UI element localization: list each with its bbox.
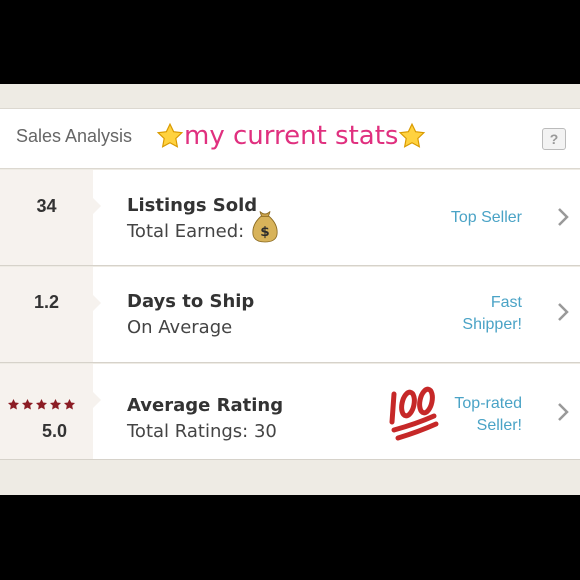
average-rating-label: Average Rating	[127, 395, 284, 416]
hundred-points-icon	[389, 386, 439, 441]
listings-sold-label: Listings Sold	[127, 195, 258, 216]
badge-line: Top Seller	[450, 209, 522, 226]
badge-line: Shipper!	[462, 316, 522, 333]
top-seller-badge[interactable]: Top Seller	[451, 207, 522, 229]
total-ratings-label: Total Ratings: 30	[127, 421, 277, 442]
rating-star-icon	[63, 398, 76, 410]
badge-line: Top-rated	[454, 395, 522, 412]
on-average-label: On Average	[127, 317, 233, 338]
svg-text:$: $	[260, 224, 269, 240]
fast-shipper-badge[interactable]: Fast Shipper!	[462, 292, 522, 336]
chevron-right-icon[interactable]	[556, 207, 570, 227]
rating-star-icon	[7, 398, 20, 410]
listings-sold-row[interactable]: 34 Listings Sold Total Earned: $ Top Sel…	[0, 170, 580, 266]
section-title: Sales Analysis	[16, 126, 133, 146]
row-value-panel	[0, 267, 101, 362]
row-value-panel	[0, 364, 101, 459]
chevron-right-icon[interactable]	[556, 402, 570, 422]
star-icon	[156, 122, 184, 148]
star-icon	[399, 122, 426, 148]
days-to-ship-label: Days to Ship	[127, 291, 255, 312]
average-rating-row[interactable]: 5.0 Average Rating Total Ratings: 30 Top…	[0, 364, 580, 460]
total-earned-label: Total Earned:	[127, 221, 245, 242]
sales-analysis-card: Sales Analysis my current stats ? 34 Lis…	[0, 84, 580, 495]
rating-stars	[7, 398, 76, 411]
badge-line: Seller!	[476, 417, 522, 434]
sales-analysis-header: Sales Analysis my current stats ?	[0, 108, 580, 169]
days-to-ship-row[interactable]: 1.2 Days to Ship On Average Fast Shipper…	[0, 267, 580, 363]
rating-star-icon	[49, 398, 62, 410]
stats-banner-text: my current stats	[184, 121, 399, 151]
rating-star-icon	[35, 398, 48, 410]
badge-line: Fast	[490, 294, 522, 311]
rating-star-icon	[21, 398, 34, 410]
chevron-right-icon[interactable]	[556, 302, 570, 322]
listings-sold-count: 34	[36, 196, 57, 216]
days-to-ship-value: 1.2	[33, 292, 60, 312]
average-rating-value: 5.0	[42, 421, 68, 441]
stats-banner: my current stats	[156, 121, 426, 151]
help-button[interactable]: ?	[542, 128, 566, 150]
top-rated-seller-badge[interactable]: Top-rated Seller!	[454, 393, 522, 437]
row-value-panel	[0, 170, 101, 265]
money-bag-icon: $	[252, 211, 278, 243]
